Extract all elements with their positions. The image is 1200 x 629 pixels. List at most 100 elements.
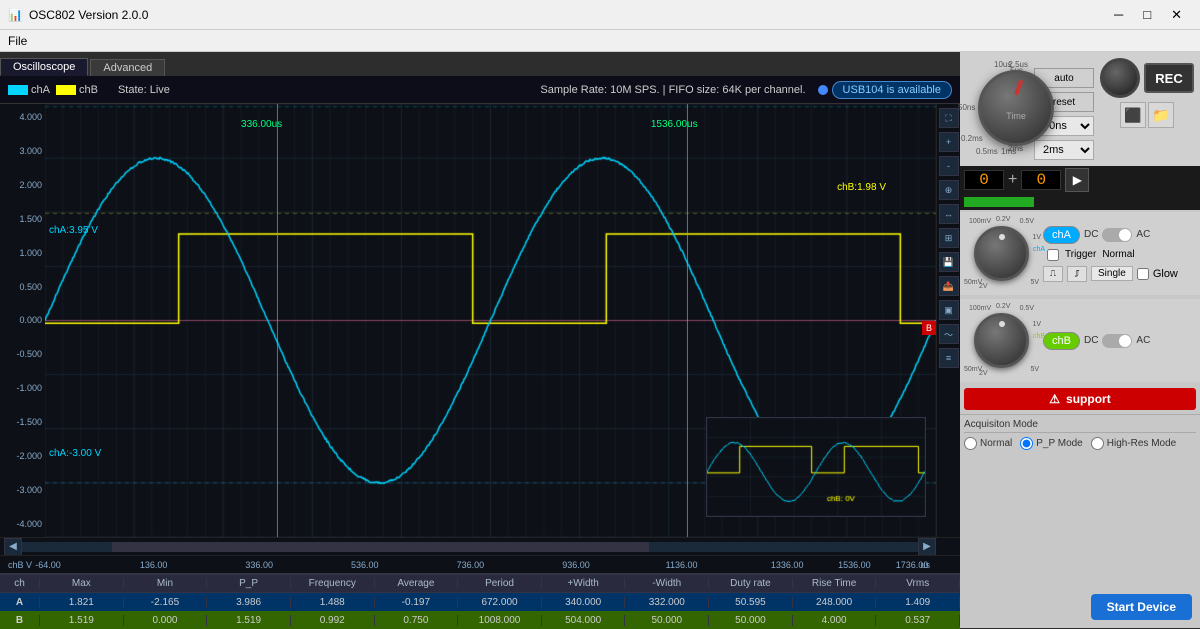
acq-pp-radio[interactable] [1020, 437, 1033, 450]
measure-btn[interactable]: ↔ [939, 204, 959, 224]
acq-pp-label[interactable]: P_P Mode [1020, 437, 1083, 450]
chb-toggle-thumb [1119, 335, 1131, 347]
td-period-a: 672.000 [458, 597, 542, 608]
cha-knob[interactable] [974, 226, 1029, 281]
cursor-btn[interactable]: ⊕ [939, 180, 959, 200]
titlebar-title: OSC802 Version 2.0.0 [29, 8, 148, 22]
x-label-6: 1136.00 [666, 560, 698, 570]
single-btn[interactable]: Single [1091, 266, 1133, 281]
scrollbar-thumb[interactable] [112, 542, 650, 552]
td-minus-width-a: 332.000 [625, 597, 709, 608]
cha-arc-1v: 1V [1032, 234, 1041, 241]
rec-knob[interactable] [1100, 58, 1140, 98]
chb-knob[interactable] [974, 313, 1029, 368]
scope-canvas-area[interactable]: 336.00us 1536.00us chA:3.95 V chB:1.98 V… [45, 104, 936, 537]
th-duty: Duty rate [709, 578, 793, 589]
glow-checkbox[interactable] [1137, 268, 1149, 280]
file-menu[interactable]: File [8, 34, 27, 48]
y-label: -4.000 [0, 519, 42, 529]
minimize-btn[interactable]: ─ [1104, 7, 1133, 22]
scroll-left-btn[interactable]: ◀ [4, 538, 22, 556]
channel-a-controls: 100mV 0.2V 0.5V 1V chA 5V 2V 50mV chA DC [960, 212, 1200, 295]
td-period-b: 1008.000 [458, 615, 542, 626]
y-label: 3.000 [0, 146, 42, 156]
cha-arc-5v: 5V [1030, 279, 1039, 286]
main-layout: Oscilloscope Advanced chA chB State: Liv… [0, 52, 1200, 628]
tab-oscilloscope[interactable]: Oscilloscope [0, 58, 88, 76]
cha-arc-100mv: 100mV [969, 218, 991, 225]
y-label: -2.000 [0, 451, 42, 461]
time-knob[interactable]: Time [978, 70, 1054, 146]
chb-label: chB:1.98 V [837, 182, 886, 193]
qr-btn[interactable]: ▣ [939, 300, 959, 320]
zoom-fit-btn[interactable]: ⛶ [939, 108, 959, 128]
trigger-label: Trigger [1065, 249, 1096, 260]
scope-toolbar: ⛶ + - ⊕ ↔ ⊞ 💾 📤 ▣ 〜 ≡ [936, 104, 960, 537]
td-avg-b: 0.750 [375, 615, 459, 626]
chb-arc-50mv: 50mV [964, 366, 982, 373]
y-axis: 4.000 3.000 2.000 1.500 1.000 0.500 0.00… [0, 104, 45, 537]
y-label: 0.500 [0, 282, 42, 292]
counter-row: 0 + 0 ▶ [960, 166, 1200, 194]
chb-right-controls: chB DC AC [1043, 332, 1150, 350]
y-label: 2.000 [0, 180, 42, 190]
zoom-out-btn[interactable]: - [939, 156, 959, 176]
grid-btn[interactable]: ⊞ [939, 228, 959, 248]
cha-dc-ac-toggle[interactable] [1102, 228, 1132, 242]
time-dropdown-2[interactable]: 2ms [1034, 140, 1094, 160]
tab-advanced[interactable]: Advanced [90, 59, 165, 76]
channel-b-controls: 100mV 0.2V 0.5V 1V chB 5V 2V 50mV chB DC [960, 299, 1200, 382]
th-pp: P_P [207, 578, 291, 589]
trigger-checkbox[interactable] [1047, 249, 1059, 261]
sample-rate-text: Sample Rate: 10M SPS. | FIFO size: 64K p… [540, 84, 805, 96]
maximize-btn[interactable]: □ [1133, 7, 1161, 22]
ac-label-b: AC [1136, 335, 1150, 346]
trigger-rising-btn[interactable]: ⎍ [1043, 266, 1063, 282]
chb-button[interactable]: chB [1043, 332, 1080, 350]
export-btn[interactable]: 📤 [939, 276, 959, 296]
close-btn[interactable]: ✕ [1161, 7, 1192, 23]
y-label: 1.000 [0, 248, 42, 258]
glow-label: Glow [1153, 268, 1178, 280]
table-btn[interactable]: ≡ [939, 348, 959, 368]
td-avg-a: -0.197 [375, 597, 459, 608]
cha-knob-dot [999, 234, 1005, 240]
th-period: Period [458, 578, 542, 589]
cha-arc-05v: 0.5V [1020, 218, 1034, 225]
cursor-a-line[interactable] [277, 104, 278, 537]
chb-dc-ac-toggle[interactable] [1102, 334, 1132, 348]
scrollbar-track[interactable] [22, 542, 918, 552]
sliders-icon-btn[interactable]: ⬛ [1120, 102, 1146, 128]
support-button[interactable]: ⚠ support [964, 388, 1196, 410]
cha-button[interactable]: chA [1043, 226, 1080, 244]
chb-top-row: chB DC AC [1043, 332, 1150, 350]
wave-btn[interactable]: 〜 [939, 324, 959, 344]
start-device-button[interactable]: Start Device [1091, 594, 1192, 620]
counter-plus-sign: + [1008, 171, 1017, 189]
cha-label-group: chA [8, 84, 50, 96]
x-label-7: 1336.00 [771, 560, 804, 570]
save-btn[interactable]: 💾 [939, 252, 959, 272]
folder-icon-btn[interactable]: 📁 [1148, 102, 1174, 128]
th-plus-width: +Width [542, 578, 626, 589]
titlebar: 📊 OSC802 Version 2.0.0 ─ □ ✕ [0, 0, 1200, 30]
rec-button[interactable]: REC [1144, 63, 1194, 93]
td-plus-width-a: 340.000 [542, 597, 626, 608]
acq-normal-radio[interactable] [964, 437, 977, 450]
arc-25us: 2.5us [1008, 60, 1028, 69]
cha-label-text: chA [31, 84, 50, 96]
play-button[interactable]: ▶ [1065, 168, 1089, 192]
trigger-falling-btn[interactable]: ⎎ [1067, 266, 1087, 282]
acquisition-mode-section: Acquisiton Mode Normal P_P Mode High-Res… [960, 414, 1200, 454]
cursor-b-line[interactable] [687, 104, 688, 537]
usb-indicator [818, 85, 828, 95]
zoom-in-btn[interactable]: + [939, 132, 959, 152]
acq-highres-label[interactable]: High-Res Mode [1091, 437, 1176, 450]
acq-mode-row: Normal P_P Mode High-Res Mode [964, 437, 1196, 450]
scroll-right-btn[interactable]: ▶ [918, 538, 936, 556]
td-minus-width-b: 50.000 [625, 615, 709, 626]
acq-highres-radio[interactable] [1091, 437, 1104, 450]
td-pp-b: 1.519 [207, 615, 291, 626]
acq-normal-label[interactable]: Normal [964, 437, 1012, 450]
cha-right-controls: chA DC AC Trigger Normal ⎍ [1043, 226, 1178, 282]
